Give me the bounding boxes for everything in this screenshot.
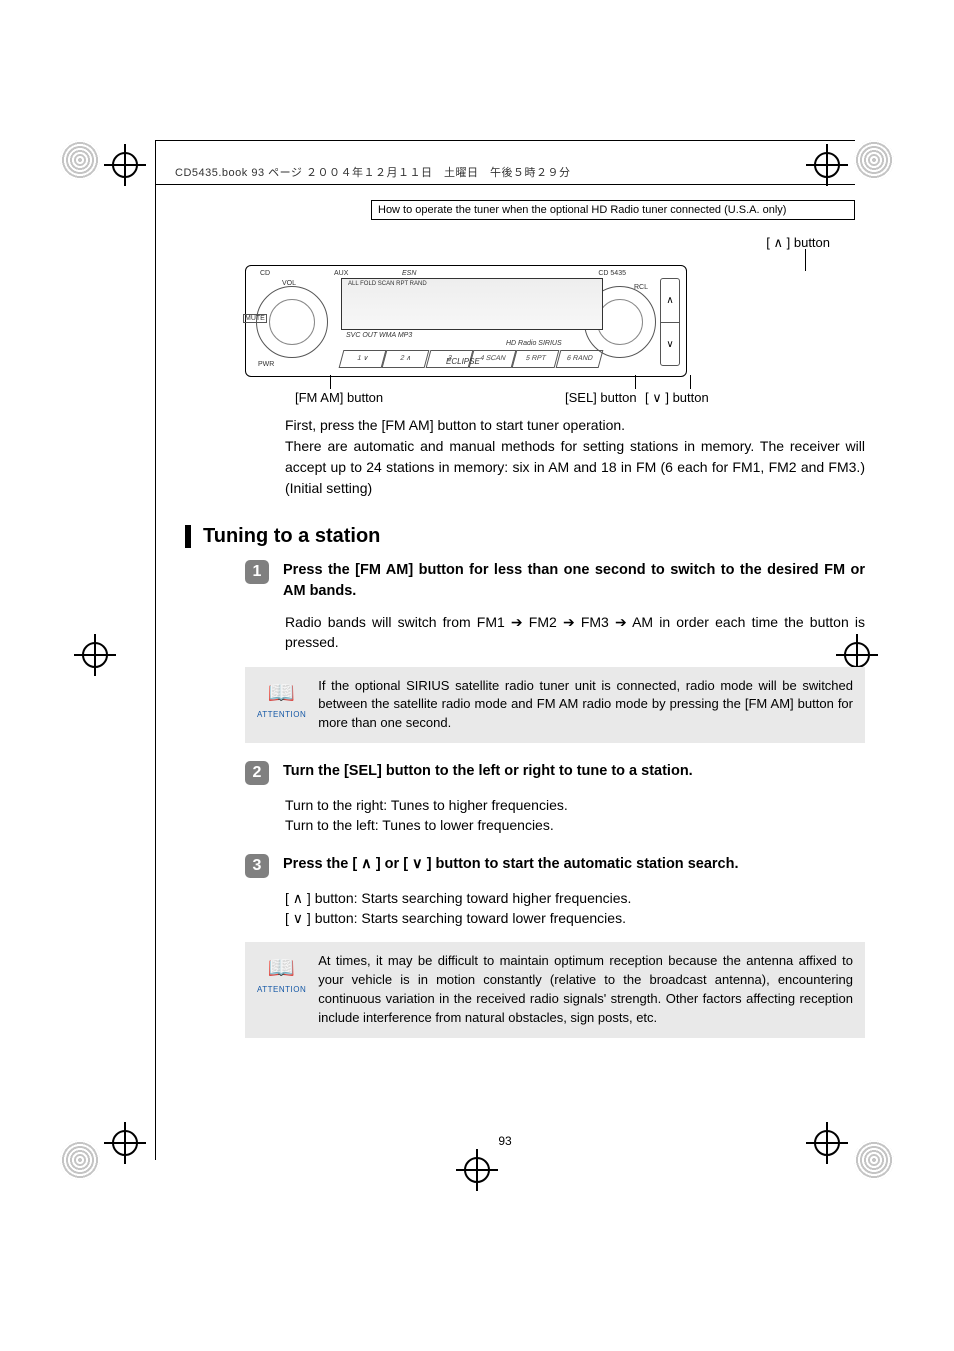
attention-text-2: At times, it may be difficult to maintai…: [318, 952, 853, 1027]
step-2-body: Turn to the right: Tunes to higher frequ…: [285, 795, 865, 836]
step-1-head: Press the [FM AM] button for less than o…: [283, 560, 865, 602]
codec-label: SVC OUT WMA MP3: [346, 332, 412, 339]
model-label: CD 5435: [598, 270, 626, 277]
callout-line: [690, 375, 691, 389]
section-header: How to operate the tuner when the option…: [371, 200, 855, 220]
step-badge-2: 2: [245, 761, 269, 785]
step-badge-1: 1: [245, 560, 269, 584]
sel-caption: [SEL] button: [565, 390, 637, 405]
preset-6: 6 RAND: [555, 350, 603, 368]
attention-icon: 📖ATTENTION: [257, 677, 306, 734]
step-3-head: Press the [ ∧ ] or [ ∨ ] button to start…: [283, 854, 865, 878]
step-2-head: Turn the [SEL] button to the left or rig…: [283, 761, 865, 785]
callout-line: [635, 375, 636, 389]
down-arrow-icon: ∨: [661, 323, 679, 366]
mute-label: MUTE: [243, 314, 267, 323]
down-caption: [ ∨ ] button: [645, 390, 709, 406]
reg-mark: [110, 1128, 140, 1158]
reg-mark: [110, 150, 140, 180]
crop-mark: [854, 1140, 894, 1180]
attention-box-1: 📖ATTENTION If the optional SIRIUS satell…: [245, 667, 865, 744]
preset-2: 2 ∧: [382, 350, 430, 368]
step-2: 2 Turn the [SEL] button to the left or r…: [245, 761, 865, 836]
intro-text: First, press the [FM AM] button to start…: [285, 415, 865, 499]
vol-label: VOL: [282, 280, 296, 287]
step-3: 3 Press the [ ∧ ] or [ ∨ ] button to sta…: [245, 854, 865, 1038]
aux-label: AUX: [334, 270, 348, 277]
page-number: 93: [155, 1134, 855, 1148]
section-title: Tuning to a station: [185, 525, 380, 548]
attention-text-1: If the optional SIRIUS satellite radio t…: [318, 677, 853, 734]
brand-label: ESN: [402, 270, 416, 277]
step-1: 1 Press the [FM AM] button for less than…: [245, 560, 865, 743]
crop-mark: [60, 1140, 100, 1180]
fm-am-caption: [FM AM] button: [295, 390, 383, 405]
pwr-label: PWR: [258, 361, 274, 368]
cd-label: CD: [260, 270, 270, 277]
callout-line: [330, 375, 331, 389]
crop-mark: [60, 140, 100, 180]
hd-sirius-label: HD Radio SIRIUS: [506, 340, 562, 347]
up-arrow-icon: ∧: [661, 279, 679, 323]
step-badge-3: 3: [245, 854, 269, 878]
eclipse-logo: ECLIPSE: [446, 357, 480, 366]
doc-meta: CD5435.book 93 ページ ２００４年１２月１１日 土曜日 午後５時２…: [175, 164, 570, 180]
preset-5: 5 RPT: [512, 350, 560, 368]
crop-mark: [854, 140, 894, 180]
attention-icon: 📖ATTENTION: [257, 952, 306, 1027]
reg-mark: [80, 640, 110, 670]
rcl-label: RCL: [634, 284, 648, 291]
callout-line: [805, 249, 806, 271]
steps: 1 Press the [FM AM] button for less than…: [245, 560, 865, 1056]
page-frame: CD5435.book 93 ページ ２００４年１２月１１日 土曜日 午後５時２…: [155, 140, 855, 1160]
step-3-body: [ ∧ ] button: Starts searching toward hi…: [285, 888, 865, 929]
attention-box-2: 📖ATTENTION At times, it may be difficult…: [245, 942, 865, 1037]
lcd-indicators: ALL FOLD SCAN RPT RAND: [348, 281, 427, 287]
device-figure: CD VOL AUX MUTE PWR CD 5435 RCL SOUND ES…: [245, 265, 687, 377]
step-1-body: Radio bands will switch from FM1 ➔ FM2 ➔…: [285, 612, 865, 653]
preset-1: 1 ∨: [339, 350, 387, 368]
label-up-button: [ ∧ ] button: [766, 235, 830, 251]
lcd-panel: ALL FOLD SCAN RPT RAND: [341, 278, 603, 330]
tune-arrows: ∧ ∨: [660, 278, 680, 366]
